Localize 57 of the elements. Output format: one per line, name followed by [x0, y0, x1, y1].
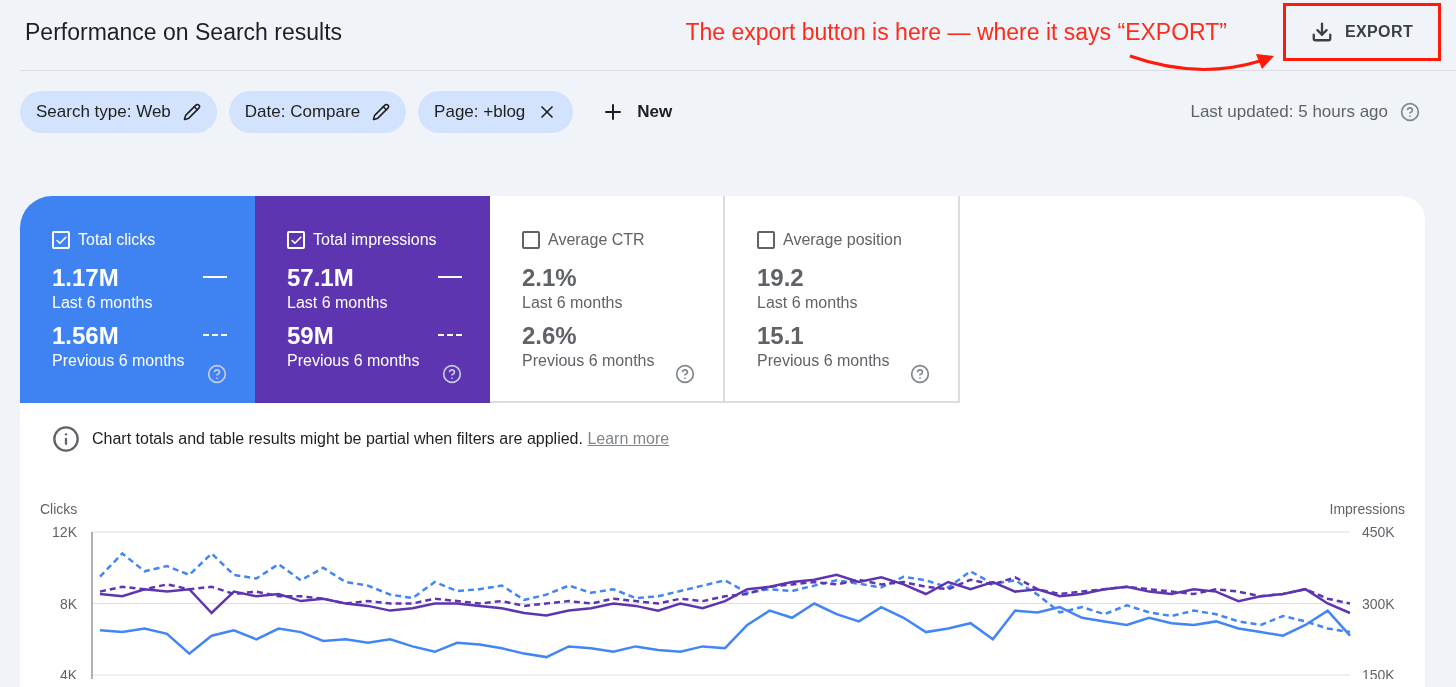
- metric-label: Total clicks: [78, 230, 156, 250]
- help-icon[interactable]: [1400, 102, 1420, 122]
- period-label: Last 6 months: [757, 293, 858, 313]
- dashed-line-legend: [203, 334, 227, 336]
- download-icon: [1310, 21, 1333, 43]
- help-icon[interactable]: [442, 364, 462, 384]
- period-label: Last 6 months: [287, 293, 388, 313]
- tick-label: 8K: [59, 595, 77, 612]
- help-icon[interactable]: [207, 364, 227, 384]
- metric-value: 19.2: [757, 264, 805, 292]
- metric-label: Total impressions: [313, 230, 437, 250]
- filter-chip[interactable]: Page: +blog: [418, 91, 574, 133]
- help-icon[interactable]: [910, 364, 930, 384]
- solid-line-legend: [438, 276, 462, 278]
- metric-card[interactable]: Average CTR 2.1% Last 6 months 2.6% Previous 6 months: [490, 196, 725, 403]
- tick-label: 300K: [1362, 595, 1395, 612]
- checkbox[interactable]: [522, 231, 540, 249]
- period-label: Previous 6 months: [757, 351, 890, 371]
- pencil-icon: [372, 103, 391, 121]
- learn-more-link[interactable]: Learn more: [587, 430, 670, 447]
- period-label: Last 6 months: [522, 293, 623, 313]
- metric-value: 57.1M: [287, 264, 355, 292]
- axis-title: Clicks: [40, 501, 78, 517]
- pencil-icon: [182, 103, 201, 121]
- period-label: Previous 6 months: [52, 351, 185, 371]
- annotation-text: The export button is here — where it says “EXPORT”: [685, 17, 1227, 47]
- metric-value: 59M: [287, 322, 335, 350]
- last-updated-text: Last updated: 5 hours ago: [1190, 101, 1388, 124]
- axis-title: Impressions: [1329, 501, 1405, 517]
- check-icon: [54, 233, 68, 247]
- solid-line-legend: [203, 276, 227, 278]
- check-icon: [289, 233, 303, 247]
- new-filter-button[interactable]: New: [585, 91, 689, 133]
- page-title: Performance on Search results: [25, 17, 343, 47]
- metric-card[interactable]: Total clicks 1.17M Last 6 months 1.56M Previous 6 months: [20, 196, 255, 403]
- filter-chip[interactable]: Search type: Web: [20, 91, 217, 133]
- metric-value: 1.17M: [52, 264, 120, 292]
- metric-value: 15.1: [757, 322, 805, 350]
- period-label: Last 6 months: [52, 293, 153, 313]
- metric-label: Average position: [783, 230, 902, 250]
- export-button[interactable]: EXPORT: [1310, 20, 1414, 44]
- period-label: Previous 6 months: [522, 351, 655, 371]
- help-icon[interactable]: [675, 364, 695, 384]
- metric-card[interactable]: Average position 19.2 Last 6 months 15.1 Previous 6 months: [725, 196, 960, 403]
- tick-label: 12K: [52, 524, 77, 540]
- metric-label: Average CTR: [548, 230, 645, 250]
- dashed-line-legend: [438, 334, 462, 336]
- period-label: Previous 6 months: [287, 351, 420, 371]
- metric-card[interactable]: Total impressions 57.1M Last 6 months 59M Previous 6 months: [255, 196, 490, 403]
- filter-chip[interactable]: Date: Compare: [228, 91, 407, 133]
- info-icon: [52, 425, 80, 453]
- notice-text: Chart totals and table results might be partial when filters are applied. Learn more: [92, 429, 670, 449]
- metric-value: 1.56M: [52, 322, 120, 350]
- metric-value: 2.6%: [522, 322, 578, 350]
- metric-value: 2.1%: [522, 264, 578, 292]
- tick-label: 450K: [1362, 524, 1395, 540]
- checkbox[interactable]: [757, 231, 775, 249]
